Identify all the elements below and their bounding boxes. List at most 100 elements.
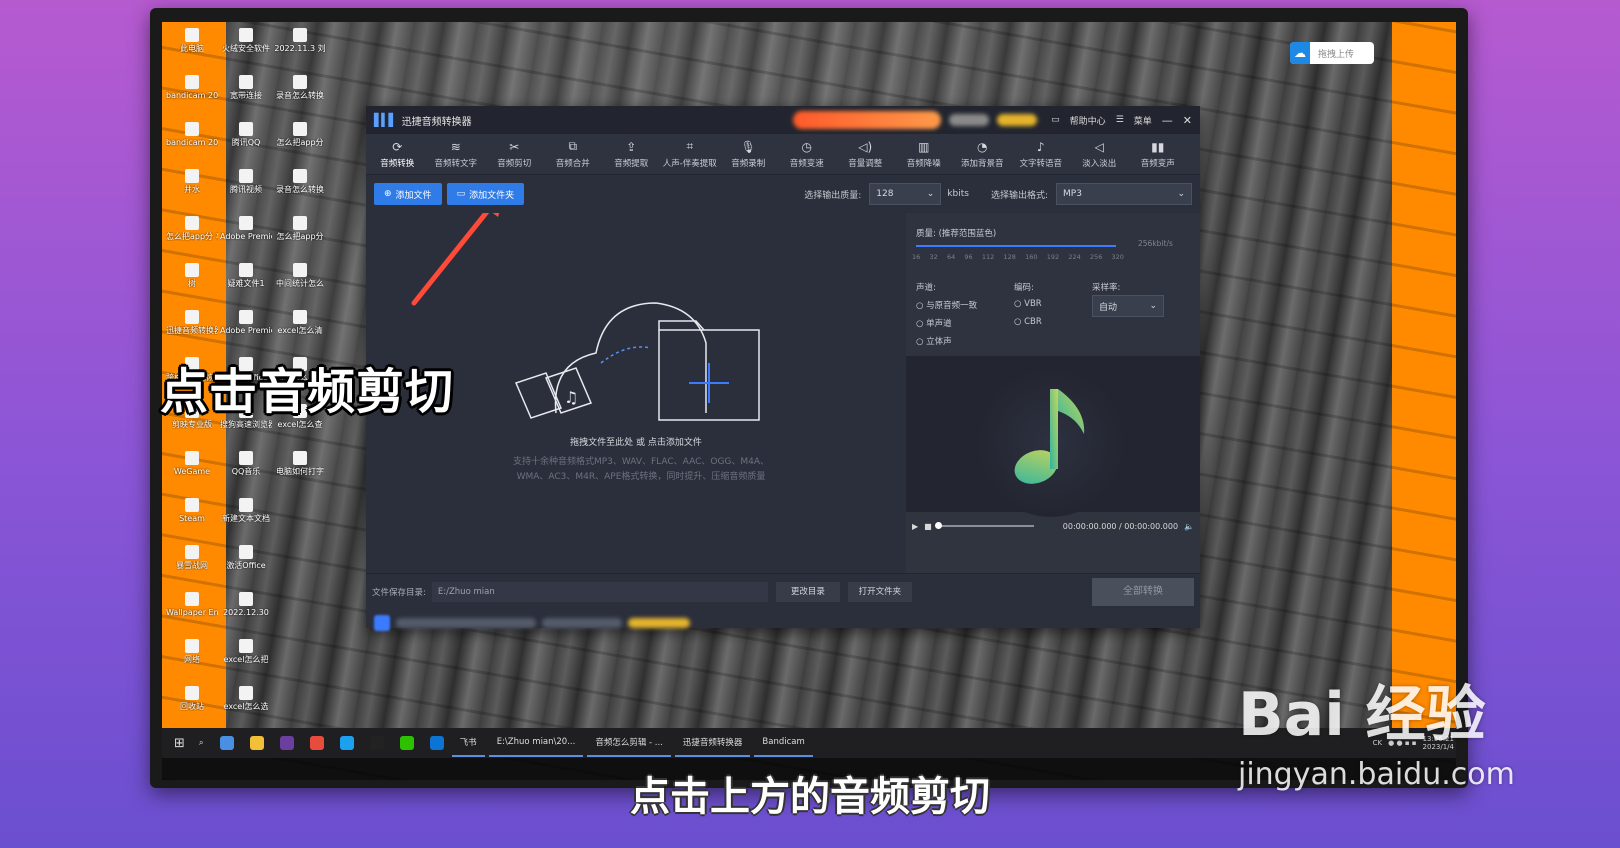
edge-icon[interactable] <box>429 736 444 750</box>
browser-icon[interactable] <box>339 736 354 750</box>
tab-extract[interactable]: ⇪ 音频提取 <box>602 140 661 174</box>
desktop-icon[interactable]: 怎么把app分 <box>274 216 326 257</box>
taskbar-task[interactable]: E:\Zhuo mian\20... <box>488 729 584 757</box>
taskbar-task[interactable]: Bandicam <box>754 729 813 757</box>
add-folder-button[interactable]: ▭ 添加文件夹 <box>446 183 525 205</box>
desktop-icon[interactable]: excel怎么选 <box>220 686 272 727</box>
desktop-icon[interactable]: 疑难文件1 <box>220 263 272 304</box>
desktop-icon[interactable] <box>274 498 326 539</box>
blurred-status-badge[interactable] <box>628 618 690 628</box>
desktop-icon[interactable] <box>274 639 326 680</box>
desktop-icon[interactable]: 录音怎么转换 <box>274 75 326 116</box>
taskbar-task[interactable]: 迅捷音频转换器 <box>674 729 751 757</box>
tab-volume[interactable]: ◁) 音量调整 <box>836 140 895 174</box>
desktop-icon[interactable]: Adobe Premiere P... <box>220 216 272 257</box>
blurred-vip[interactable] <box>997 114 1038 126</box>
desktop-icon[interactable]: 2022.12.30 <box>220 592 272 633</box>
desktop-icon[interactable]: WeGame <box>166 451 218 492</box>
play-icon[interactable]: ▶ <box>912 522 918 531</box>
menu-icon[interactable]: ☰ <box>1116 115 1124 125</box>
desktop-icon[interactable]: 怎么把app分 <box>274 122 326 163</box>
tab-mic[interactable]: 🎙 音频录制 <box>719 140 778 174</box>
tab-fade[interactable]: ◁ 淡入淡出 <box>1070 140 1129 174</box>
tab-denoise[interactable]: ▥ 音频降噪 <box>895 140 954 174</box>
quality-select[interactable]: 128 ⌄ <box>869 183 942 205</box>
desktop-icon[interactable]: 回收站 <box>166 686 218 727</box>
seek-bar[interactable] <box>934 522 1034 529</box>
taskbar-task[interactable]: 飞书 <box>451 729 485 757</box>
help-center-link[interactable]: 帮助中心 <box>1070 114 1106 127</box>
app-icon[interactable] <box>249 736 264 750</box>
desktop-icon[interactable]: bandicam 2023-01-0... <box>166 122 218 163</box>
photos-icon[interactable] <box>219 736 234 750</box>
open-folder-button[interactable]: 打开文件夹 <box>847 582 912 602</box>
qq-icon[interactable] <box>369 736 384 750</box>
tab-speed[interactable]: ◷ 音频变速 <box>778 140 837 174</box>
radio-option[interactable]: ○ 单声道 <box>916 315 977 333</box>
quality-slider[interactable] <box>916 245 1116 247</box>
tab-merge[interactable]: ⧉ 音频合并 <box>544 139 603 174</box>
desktop-icon[interactable]: 宽带连接 <box>220 75 272 116</box>
desktop-icon[interactable]: QQ音乐 <box>220 451 272 492</box>
tab-vocal[interactable]: ⌗ 人声-伴奏提取 <box>661 139 720 174</box>
radio-option[interactable]: ○ CBR <box>1014 313 1042 331</box>
desktop-icon[interactable]: 怎么把app分 享给别人 <box>166 216 218 257</box>
desktop-icon[interactable]: 中间统计怎么 <box>274 263 326 304</box>
desktop-icon[interactable]: 火绒安全软件 <box>220 28 272 69</box>
desktop-icon[interactable]: Wallpaper Engine: ... <box>166 592 218 633</box>
minimize-button[interactable]: — <box>1162 114 1173 127</box>
blurred-account[interactable] <box>949 114 990 126</box>
tab-voice-change[interactable]: ▮▮ 音频变声 <box>1129 140 1188 174</box>
desktop-icon[interactable]: 录音怎么转换 <box>274 169 326 210</box>
desktop-icon[interactable]: excel怎么把 <box>220 639 272 680</box>
help-icon[interactable]: ▭ <box>1051 115 1060 125</box>
radio-option[interactable]: ○ 立体声 <box>916 333 977 351</box>
desktop-icon[interactable]: 激活Office <box>220 545 272 586</box>
desktop-icon[interactable]: 新建文本文档 <box>220 498 272 539</box>
close-button[interactable]: ✕ <box>1183 114 1192 127</box>
desktop-icon[interactable]: 井水 <box>166 169 218 210</box>
desktop-icon[interactable]: 电脑如何打字 <box>274 451 326 492</box>
chrome-icon[interactable] <box>309 736 324 750</box>
sample-rate-select[interactable]: 自动 ⌄ <box>1092 295 1164 317</box>
speaker-icon[interactable]: 🔈 <box>1184 522 1194 531</box>
convert-all-button[interactable]: 全部转换 <box>1092 578 1194 606</box>
tab-bg-music[interactable]: ◔ 添加背景音 <box>953 140 1012 174</box>
wechat-icon[interactable] <box>399 736 414 750</box>
desktop-icon[interactable] <box>274 686 326 727</box>
time-display: 00:00:00.000 / 00:00:00.000 <box>1062 521 1179 531</box>
menu-link[interactable]: 菜单 <box>1134 114 1152 127</box>
save-path-field[interactable]: E:/Zhuo mian <box>431 582 768 602</box>
desktop-icon[interactable]: 树 <box>166 263 218 304</box>
desktop-icon[interactable]: 2022.11.3 刘 <box>274 28 326 69</box>
desktop-icon[interactable]: 此电脑 <box>166 28 218 69</box>
change-dir-button[interactable]: 更改目录 <box>775 582 840 602</box>
desktop-icon[interactable]: 迅捷音频转换器 <box>166 310 218 351</box>
tab-scissors[interactable]: ✂ 音频剪切 <box>485 140 544 174</box>
tab-audio-to-text[interactable]: ≋ 音频转文字 <box>427 140 486 174</box>
format-select[interactable]: MP3 ⌄ <box>1056 183 1192 205</box>
tab-tts[interactable]: ♪ 文字转语音 <box>1012 140 1071 174</box>
desktop-icon[interactable]: excel怎么清 <box>274 310 326 351</box>
desktop-icon[interactable]: bandicam 2023-01-0... <box>166 75 218 116</box>
search-icon[interactable]: ⌕ <box>199 738 204 748</box>
desktop-icon[interactable]: Steam <box>166 498 218 539</box>
taskbar-task[interactable]: 音频怎么剪辑 - ... <box>587 729 671 757</box>
upload-widget[interactable]: ☁ 拖拽上传 <box>1290 42 1374 64</box>
add-file-button[interactable]: ⊕ 添加文件 <box>374 183 442 205</box>
windows-start-icon[interactable]: ⊞ <box>174 736 185 751</box>
desktop-icon[interactable]: 网络 <box>166 639 218 680</box>
seek-handle[interactable] <box>934 522 942 529</box>
desktop-icon[interactable]: 暴雪战网 <box>166 545 218 586</box>
desktop-icon[interactable]: 腾讯视频 <box>220 169 272 210</box>
promo-banner[interactable] <box>793 111 942 129</box>
radio-option[interactable]: ○ VBR <box>1014 295 1042 313</box>
desktop-icon[interactable] <box>274 592 326 633</box>
tab-convert[interactable]: ⟳ 音频转换 <box>368 140 427 174</box>
stop-icon[interactable]: ■ <box>924 522 932 531</box>
desktop-icon[interactable]: 腾讯QQ <box>220 122 272 163</box>
desktop-icon[interactable]: Adobe Premie... <box>220 310 272 351</box>
desktop-icon[interactable] <box>274 545 326 586</box>
premiere-icon[interactable] <box>279 736 294 750</box>
radio-option[interactable]: ○ 与原音频一致 <box>916 297 977 315</box>
